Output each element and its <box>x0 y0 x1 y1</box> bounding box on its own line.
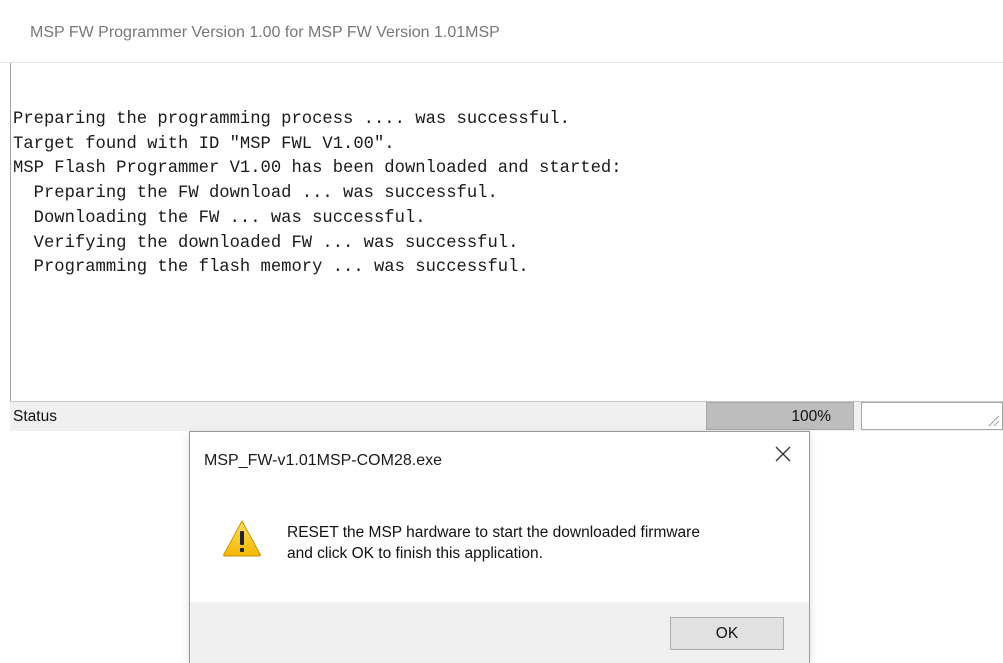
log-line: MSP Flash Programmer V1.00 has been down… <box>13 159 622 179</box>
progress-text: 100% <box>791 408 831 425</box>
window-title: MSP FW Programmer Version 1.00 for MSP F… <box>30 24 500 41</box>
programmer-window: MSP FW Programmer Version 1.00 for MSP F… <box>0 0 1003 431</box>
progress-bar: 100% <box>706 402 854 430</box>
log-line: Preparing the FW download ... was succes… <box>13 184 498 204</box>
dialog-footer: OK <box>190 602 809 663</box>
dialog-message: RESET the MSP hardware to start the down… <box>287 522 700 564</box>
log-output: Preparing the programming process .... w… <box>10 63 1003 401</box>
resize-grip-icon[interactable] <box>986 413 1000 427</box>
message-line-2: and click OK to finish this application. <box>287 545 543 562</box>
log-line: Programming the flash memory ... was suc… <box>13 258 529 278</box>
log-line: Target found with ID "MSP FWL V1.00". <box>13 134 395 154</box>
dialog-body: RESET the MSP hardware to start the down… <box>190 492 809 602</box>
status-label: Status <box>13 408 57 425</box>
progress-fill <box>707 403 853 429</box>
message-line-1: RESET the MSP hardware to start the down… <box>287 524 700 541</box>
ok-button[interactable]: OK <box>670 617 784 650</box>
title-bar: MSP FW Programmer Version 1.00 for MSP F… <box>0 0 1003 63</box>
log-lines: Preparing the programming process .... w… <box>13 108 622 281</box>
status-bar: Status 100% <box>10 401 1003 431</box>
warning-icon <box>223 519 261 557</box>
log-line: Verifying the downloaded FW ... was succ… <box>13 233 519 253</box>
close-icon[interactable] <box>771 442 795 466</box>
log-line: Downloading the FW ... was successful. <box>13 208 426 228</box>
log-line: Preparing the programming process .... w… <box>13 110 570 129</box>
message-dialog: MSP_FW-v1.01MSP-COM28.exe RESET the MSP … <box>189 431 810 663</box>
status-pane <box>861 402 1003 430</box>
dialog-title: MSP_FW-v1.01MSP-COM28.exe <box>204 452 442 469</box>
